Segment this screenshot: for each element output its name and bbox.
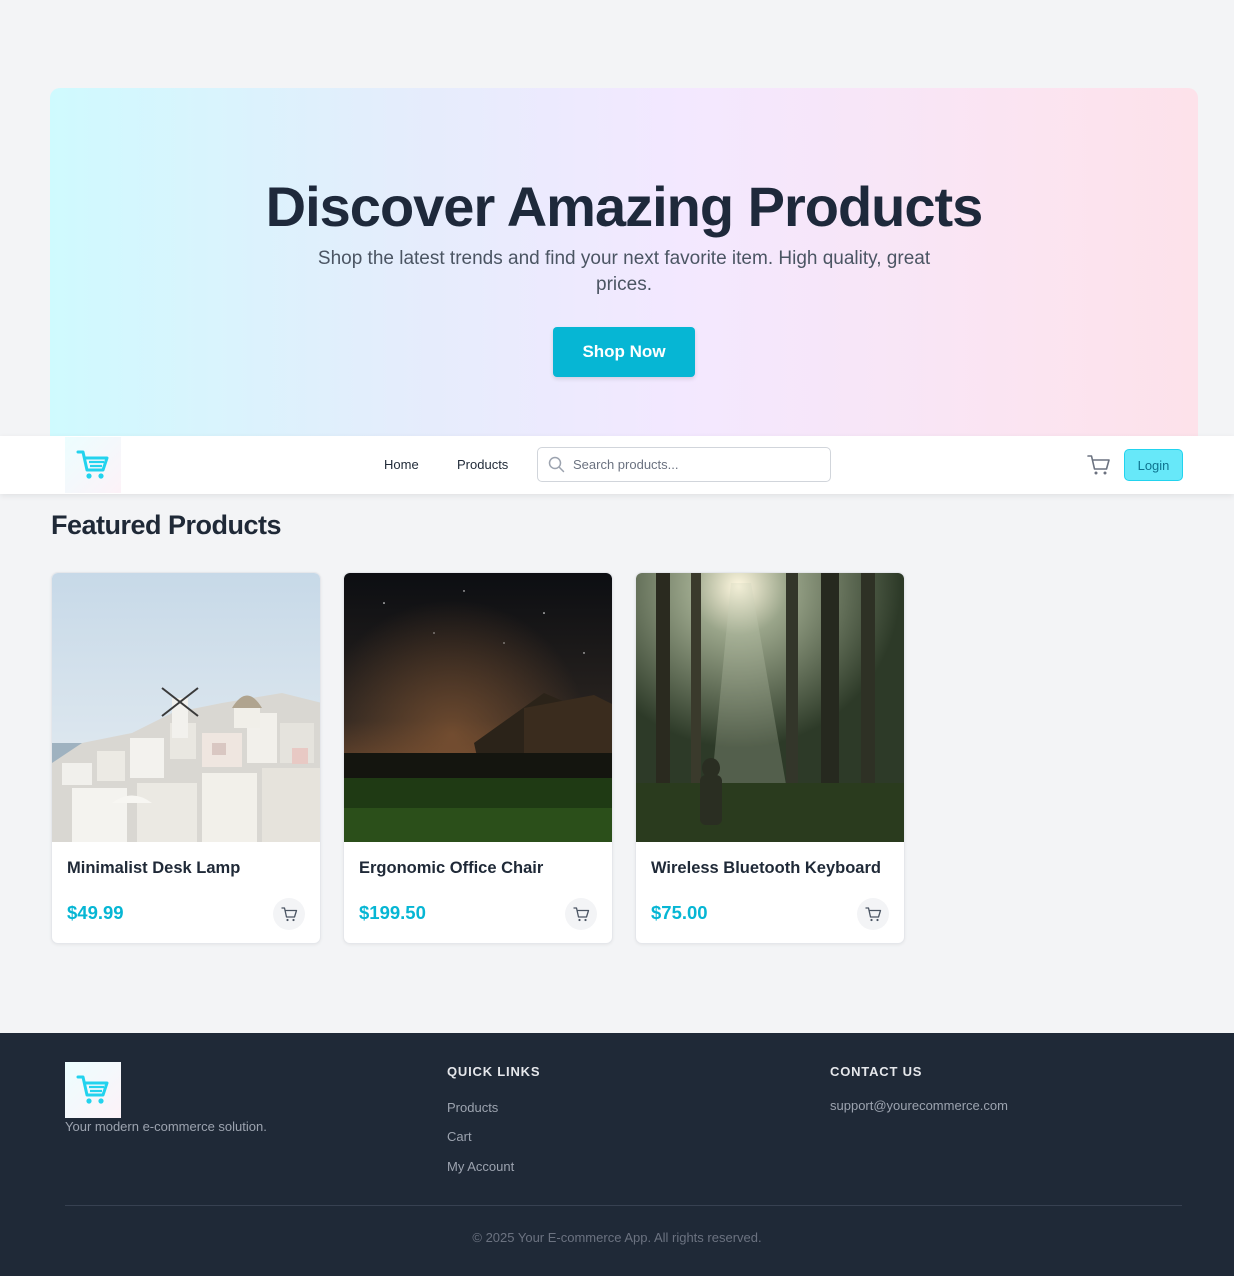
add-to-cart-icon xyxy=(864,907,881,922)
copyright-text: © 2025 Your E-commerce App. All rights r… xyxy=(472,1230,762,1245)
hero-subtitle: Shop the latest trends and find your nex… xyxy=(317,248,931,295)
add-to-cart-button[interactable] xyxy=(273,898,305,930)
footer-link-my-account[interactable]: My Account xyxy=(447,1159,514,1174)
navbar: Home Products Login xyxy=(0,436,1234,494)
add-to-cart-button[interactable] xyxy=(857,898,889,930)
footer-tagline: Your modern e-commerce solution. xyxy=(65,1119,267,1134)
shopping-cart-logo-icon xyxy=(76,1075,109,1104)
shop-now-button[interactable]: Shop Now xyxy=(553,327,695,377)
contact-email-link[interactable]: support@yourecommerce.com xyxy=(830,1098,1008,1113)
product-name[interactable]: Ergonomic Office Chair xyxy=(359,859,543,878)
footer-divider xyxy=(65,1205,1182,1206)
featured-products-title: Featured Products xyxy=(51,510,282,540)
login-button[interactable]: Login xyxy=(1124,449,1183,481)
product-card[interactable]: Ergonomic Office Chair $199.50 xyxy=(343,572,613,944)
hero-banner: Discover Amazing Products Shop the lates… xyxy=(50,88,1198,448)
cart-icon[interactable] xyxy=(1087,454,1111,476)
product-card[interactable]: Wireless Bluetooth Keyboard $75.00 xyxy=(635,572,905,944)
hero-title: Discover Amazing Products xyxy=(265,175,984,238)
product-price: $49.99 xyxy=(67,902,124,923)
product-image[interactable] xyxy=(636,573,904,842)
footer: Your modern e-commerce solution. QUICK L… xyxy=(0,1033,1234,1276)
footer-link-cart[interactable]: Cart xyxy=(447,1129,472,1144)
product-card[interactable]: Minimalist Desk Lamp $49.99 xyxy=(51,572,321,944)
add-to-cart-icon xyxy=(280,907,297,922)
nav-link-products[interactable]: Products xyxy=(457,457,508,472)
product-price: $75.00 xyxy=(651,902,708,923)
add-to-cart-icon xyxy=(572,907,589,922)
logo[interactable] xyxy=(65,437,121,493)
product-name[interactable]: Minimalist Desk Lamp xyxy=(67,859,240,878)
footer-logo[interactable] xyxy=(65,1062,121,1118)
search-input[interactable] xyxy=(573,457,813,472)
product-price: $199.50 xyxy=(359,902,426,923)
search-box[interactable] xyxy=(537,447,831,482)
product-image[interactable] xyxy=(344,573,612,842)
product-name[interactable]: Wireless Bluetooth Keyboard xyxy=(651,859,881,878)
nav-link-home[interactable]: Home xyxy=(384,457,419,472)
contact-us-heading: CONTACT US xyxy=(830,1064,923,1079)
product-image[interactable] xyxy=(52,573,320,842)
shopping-cart-logo-icon xyxy=(76,450,109,479)
add-to-cart-button[interactable] xyxy=(565,898,597,930)
footer-link-products[interactable]: Products xyxy=(447,1100,498,1115)
search-icon xyxy=(548,456,565,473)
quick-links-heading: QUICK LINKS xyxy=(447,1064,541,1079)
